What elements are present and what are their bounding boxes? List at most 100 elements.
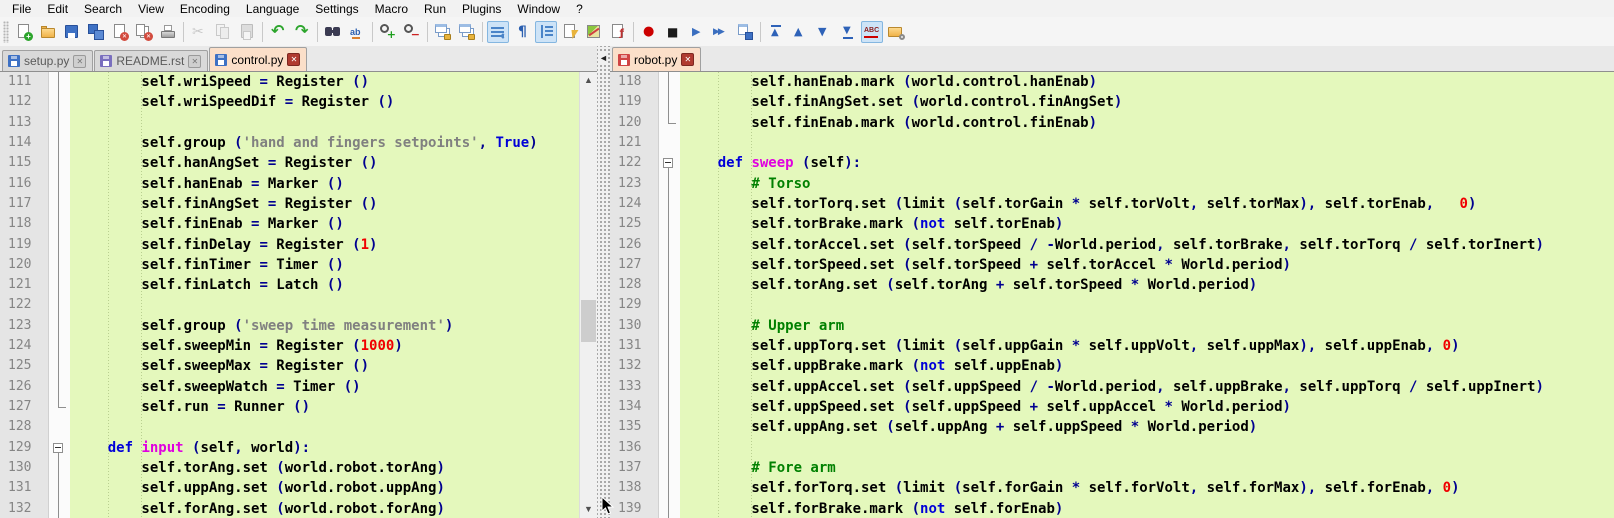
code-text[interactable]: self.uppAccel.set (self.uppSpeed / -Worl… [679,377,1614,397]
code-text[interactable]: self.forBrake.mark (not self.forEnab) [679,499,1614,518]
function-list-button[interactable] [559,21,581,43]
line-number[interactable]: 126 [610,235,658,255]
code-text[interactable]: self.finAngSet = Register () [69,194,597,214]
code-text[interactable]: self.finAngSet.set (world.control.finAng… [679,92,1614,112]
code-text[interactable]: self.group ('hand and fingers setpoints'… [69,133,597,153]
scrollbar-down-arrow[interactable]: ▼ [580,501,597,518]
line-number[interactable]: 122 [610,153,658,173]
spell-check-button[interactable] [861,20,883,43]
replace-button[interactable] [346,21,368,43]
code-text[interactable]: self.finEnab.mark (world.control.finEnab… [679,113,1614,133]
code-text[interactable] [679,133,1614,153]
folder-workspace-button[interactable] [885,21,907,43]
close-all-button[interactable] [133,21,155,43]
menu-item-encoding[interactable]: Encoding [172,1,238,17]
save-all-button[interactable] [85,21,107,43]
redo-button[interactable] [291,21,313,43]
line-number[interactable]: 122 [0,295,48,315]
code-text[interactable]: self.hanEnab = Marker () [69,174,597,194]
menu-item-plugins[interactable]: Plugins [454,1,509,17]
menu-item-language[interactable]: Language [238,1,307,17]
line-number[interactable]: 120 [0,255,48,275]
sync-horizontal-button[interactable] [456,21,478,43]
doc-map-button[interactable] [583,21,605,43]
code-text[interactable]: self.torTorq.set (limit (self.torGain * … [679,194,1614,214]
line-number[interactable]: 114 [0,133,48,153]
print-button[interactable] [157,21,179,43]
line-number[interactable]: 127 [0,397,48,417]
splitter-collapse-icon[interactable]: ◄ [599,52,608,64]
code-text[interactable]: self.finEnab = Marker () [69,214,597,234]
go-top-button[interactable] [765,21,787,43]
scrollbar-thumb[interactable] [581,300,596,342]
line-number[interactable]: 125 [0,356,48,376]
sync-vertical-button[interactable] [432,21,454,43]
code-text[interactable] [679,295,1614,315]
line-number[interactable]: 124 [610,194,658,214]
tab-close-icon[interactable]: ✕ [73,54,87,68]
play-macro-button[interactable] [686,21,708,43]
scrollbar-up-arrow[interactable]: ▲ [580,72,597,89]
vertical-scrollbar[interactable]: ▲ ▼ [579,72,597,518]
code-text[interactable]: self.hanAngSet = Register () [69,153,597,173]
line-number[interactable]: 118 [610,72,658,92]
tab-robot-py[interactable]: robot.py ✕ [612,47,702,71]
line-number[interactable]: 128 [610,275,658,295]
line-number[interactable]: 115 [0,153,48,173]
line-number[interactable]: 119 [0,235,48,255]
line-number[interactable]: 121 [610,133,658,153]
line-number[interactable]: 135 [610,417,658,437]
line-number[interactable]: 119 [610,92,658,112]
line-number[interactable]: 120 [610,113,658,133]
line-number[interactable]: 131 [610,336,658,356]
code-text[interactable]: self.forTorq.set (limit (self.forGain * … [679,478,1614,498]
line-number[interactable]: 139 [610,499,658,518]
code-text[interactable]: self.run = Runner () [69,397,597,417]
code-text[interactable] [679,438,1614,458]
code-text[interactable]: self.torAng.set (self.torAng + self.torS… [679,275,1614,295]
line-number[interactable]: 128 [0,417,48,437]
code-text[interactable]: self.finLatch = Latch () [69,275,597,295]
line-number[interactable]: 113 [0,113,48,133]
new-file-button[interactable] [13,21,35,43]
code-text[interactable]: self.group ('sweep time measurement') [69,316,597,336]
line-number[interactable]: 123 [610,174,658,194]
indent-guide-button[interactable] [535,20,557,43]
undo-button[interactable] [267,21,289,43]
left-code-editor[interactable]: 111 self.wriSpeed = Register () 112 self.… [0,71,597,518]
code-text[interactable]: def input (self, world): [69,438,597,458]
code-text[interactable]: self.uppAng.set (self.uppAng + self.uppS… [679,417,1614,437]
line-number[interactable]: 136 [610,438,658,458]
line-number[interactable]: 133 [610,377,658,397]
code-text[interactable]: self.forAng.set (world.robot.forAng) [69,499,597,518]
menu-item-run[interactable]: Run [416,1,454,17]
code-text[interactable]: # Upper arm [679,316,1614,336]
menu-item-file[interactable]: File [4,1,39,17]
line-number[interactable]: 127 [610,255,658,275]
line-number[interactable]: 111 [0,72,48,92]
tab-close-icon[interactable]: ✕ [188,54,202,68]
line-number[interactable]: 134 [610,397,658,417]
menu-item-macro[interactable]: Macro [367,1,416,17]
line-number[interactable]: 116 [0,174,48,194]
code-text[interactable]: self.finDelay = Register (1) [69,235,597,255]
code-text[interactable]: self.uppTorq.set (limit (self.uppGain * … [679,336,1614,356]
code-text[interactable]: # Torso [679,174,1614,194]
cut-button[interactable] [188,21,210,43]
code-text[interactable]: self.finTimer = Timer () [69,255,597,275]
open-file-button[interactable] [37,21,59,43]
right-code-editor[interactable]: 118 self.hanEnab.mark (world.control.han… [610,71,1614,518]
word-wrap-button[interactable] [487,20,509,43]
zoom-in-button[interactable] [377,21,399,43]
toolbar-grip[interactable] [3,20,9,43]
find-button[interactable] [322,21,344,43]
code-text[interactable]: self.sweepMax = Register () [69,356,597,376]
record-macro-button[interactable] [638,21,660,43]
copy-button[interactable] [212,21,234,43]
tab-control-py[interactable]: control.py ✕ [209,47,308,71]
code-text[interactable]: self.uppBrake.mark (not self.uppEnab) [679,356,1614,376]
line-number[interactable]: 125 [610,214,658,234]
go-down-button[interactable] [813,21,835,43]
go-bottom-button[interactable] [837,21,859,43]
tab-close-icon[interactable]: ✕ [287,53,301,66]
